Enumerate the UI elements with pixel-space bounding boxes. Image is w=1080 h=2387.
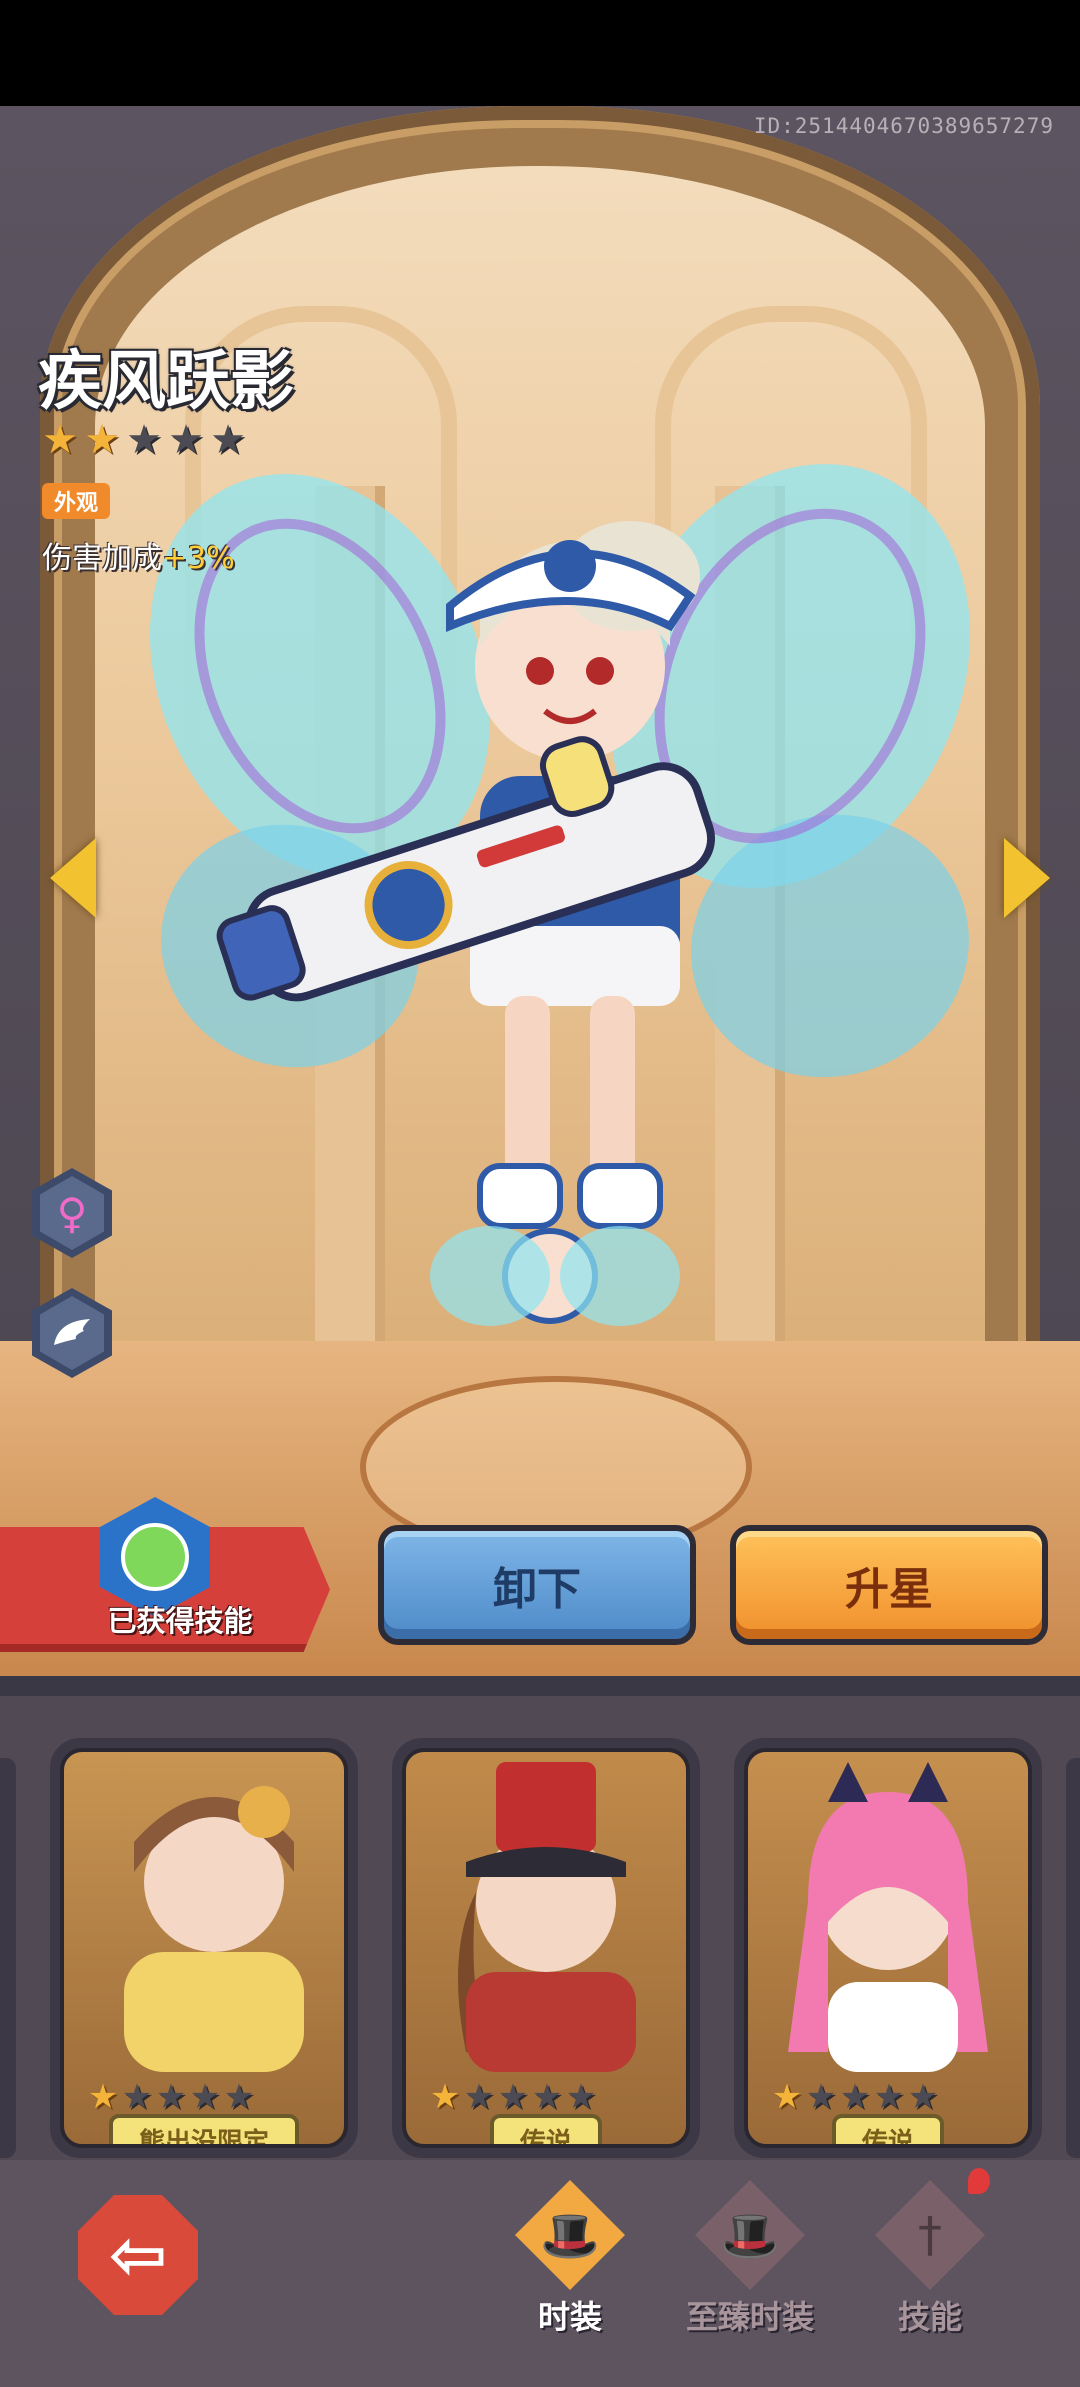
damage-bonus-label: 伤害加成: [42, 541, 162, 576]
star-empty-icon: ★: [907, 2077, 939, 2117]
back-button[interactable]: ⇦: [78, 2195, 198, 2315]
card-edge-left: [0, 1758, 16, 2158]
status-bar: [0, 0, 1080, 106]
tab-skills[interactable]: † 技能: [845, 2180, 1015, 2338]
previous-skin-arrow-icon[interactable]: [50, 838, 96, 918]
star-filled-icon: ★: [771, 2077, 803, 2117]
tab-outfit[interactable]: 🎩 时装: [485, 2180, 655, 2338]
star-empty-icon: ★: [168, 417, 204, 463]
star-empty-icon: ★: [121, 2077, 153, 2117]
star-empty-icon: ★: [839, 2077, 871, 2117]
star-up-button[interactable]: 升星: [730, 1525, 1048, 1645]
star-empty-icon: ★: [223, 2077, 255, 2117]
skin-star-rating: ★ ★ ★ ★ ★: [40, 420, 248, 460]
star-empty-icon: ★: [497, 2077, 529, 2117]
section-divider: [0, 1676, 1080, 1696]
top-hat-icon: 🎩: [695, 2180, 805, 2290]
skin-name: 疾风跃影: [38, 345, 294, 419]
notification-dot: [968, 2168, 990, 2194]
star-filled-icon: ★: [42, 417, 78, 463]
unequip-button[interactable]: 卸下: [378, 1525, 696, 1645]
star-filled-icon: ★: [84, 417, 120, 463]
damage-bonus-value: +3%: [162, 541, 235, 576]
damage-bonus: 伤害加成+3%: [42, 533, 235, 577]
skin-card-carousel[interactable]: ★ ★ ★ ★ ★ 熊出没限定 ★ ★ ★ ★ ★ 传说 ★ ★ ★ ★ ★ 传…: [0, 1720, 1080, 2160]
skin-card-art: ★ ★ ★ ★ ★ 熊出没限定: [60, 1748, 348, 2148]
appearance-tag: 外观: [42, 483, 111, 519]
star-empty-icon: ★: [873, 2077, 905, 2117]
star-empty-icon: ★: [531, 2077, 563, 2117]
star-empty-icon: ★: [805, 2077, 837, 2117]
acquired-skill-label: 已获得技能: [107, 1604, 253, 1638]
back-arrow-icon: ⇦: [108, 2214, 168, 2296]
star-empty-icon: ★: [463, 2077, 495, 2117]
skin-card[interactable]: ★ ★ ★ ★ ★ 熊出没限定: [50, 1738, 358, 2158]
character-illustration: [150, 464, 970, 1326]
skin-portrait: [124, 1786, 304, 2072]
card-star-rating: ★ ★ ★ ★ ★: [770, 2080, 940, 2114]
star-filled-icon: ★: [429, 2077, 461, 2117]
card-rarity-badge: 传说: [489, 2114, 603, 2144]
skin-card-art: ★ ★ ★ ★ ★ 传说: [402, 1748, 690, 2148]
skin-portrait: [458, 1762, 636, 2072]
card-rarity-badge: 传说: [831, 2114, 945, 2144]
tab-label: 技能: [897, 2298, 962, 2336]
card-star-rating: ★ ★ ★ ★ ★: [428, 2080, 598, 2114]
next-skin-arrow-icon[interactable]: [1004, 838, 1050, 918]
character-skirt: [470, 926, 680, 1006]
female-icon: ♀: [56, 1188, 88, 1238]
star-empty-icon: ★: [189, 2077, 221, 2117]
tab-premium-outfit[interactable]: 🎩 至臻时装: [665, 2180, 835, 2338]
player-id: ID:2514404670389657279: [753, 114, 1054, 138]
card-star-rating: ★ ★ ★ ★ ★: [86, 2080, 256, 2114]
card-edge-right: [1066, 1758, 1080, 2158]
tab-label: 至臻时装: [685, 2298, 814, 2336]
star-empty-icon: ★: [126, 417, 162, 463]
skin-card[interactable]: ★ ★ ★ ★ ★ 传说: [734, 1738, 1042, 2158]
wing-icon: [54, 1319, 90, 1345]
star-empty-icon: ★: [565, 2077, 597, 2117]
skin-card-art: ★ ★ ★ ★ ★ 传说: [744, 1748, 1032, 2148]
star-filled-icon: ★: [87, 2077, 119, 2117]
star-empty-icon: ★: [155, 2077, 187, 2117]
tennis-ball-icon: [121, 1523, 189, 1591]
tab-label: 时装: [537, 2298, 602, 2336]
hat-icon: 🎩: [515, 2180, 625, 2290]
skin-card[interactable]: ★ ★ ★ ★ ★ 传说: [392, 1738, 700, 2158]
sword-icon: †: [875, 2180, 985, 2290]
star-empty-icon: ★: [210, 417, 246, 463]
skin-portrait: [788, 1762, 988, 2072]
card-rarity-badge: 熊出没限定: [108, 2114, 300, 2144]
